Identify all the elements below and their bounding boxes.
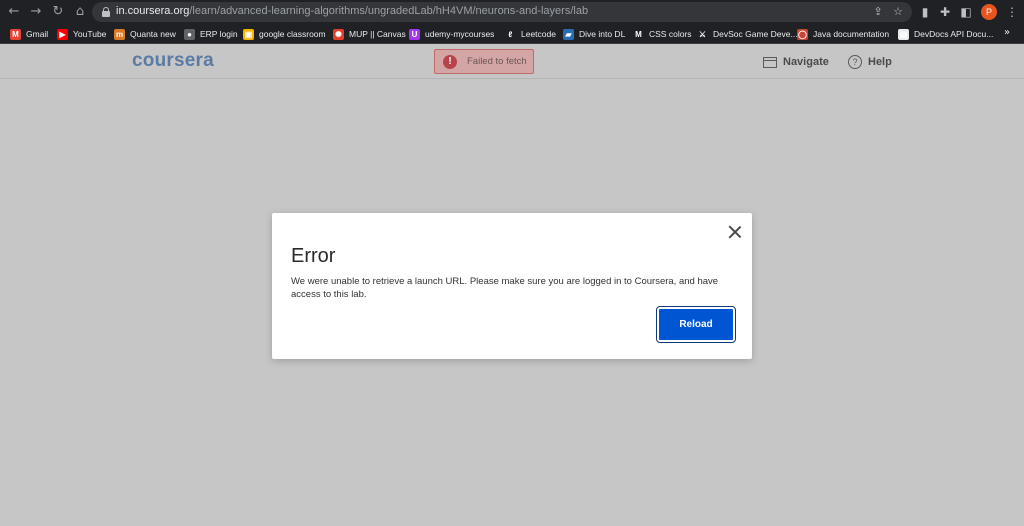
error-toast: ! Failed to fetch [434, 49, 534, 74]
oracle-icon: ◯ [797, 28, 808, 40]
close-icon[interactable] [727, 224, 743, 240]
d2l-icon: ▰ [563, 28, 574, 40]
extension-icon[interactable]: ▮ [916, 3, 934, 21]
error-dialog: Error We were unable to retrieve a launc… [272, 213, 752, 359]
bookmark-label: YouTube [73, 29, 107, 39]
alert-icon: ! [443, 55, 457, 69]
toast-message: Failed to fetch [467, 56, 527, 67]
leetcode-icon: ℓ [505, 28, 516, 40]
help-icon: ? [848, 55, 862, 69]
bookmark-label: Quanta new [130, 29, 176, 39]
bookmark-item[interactable]: ▤ DevDocs API Docu... [898, 27, 993, 41]
sidepanel-icon[interactable]: ◧ [957, 3, 975, 21]
bookmark-label: DevDocs API Docu... [914, 29, 994, 39]
bookmark-label: ERP login [200, 29, 238, 39]
dialog-title: Error [291, 245, 336, 267]
bookmark-item[interactable]: Uudemy-mycourses [409, 27, 494, 41]
bookmark-label: udemy-mycourses [425, 29, 495, 39]
youtube-icon: ▶ [57, 28, 68, 40]
bookmark-label: DevSoc Game Deve... [713, 29, 798, 39]
classroom-icon: ▣ [243, 28, 254, 40]
bookmark-label: Java documentation [813, 29, 890, 39]
browser-toolbar: ← → ↻ ⌂ in.coursera.org/learn/advanced-l… [0, 0, 1024, 24]
bookmark-item[interactable]: ● ERP login [184, 27, 238, 41]
address-bar[interactable]: in.coursera.org/learn/advanced-learning-… [92, 2, 912, 22]
share-icon[interactable]: ⇪ [870, 4, 886, 20]
lock-icon[interactable] [102, 7, 110, 17]
globe-icon: ● [184, 28, 195, 40]
coursera-header: coursera ! Failed to fetch Navigate ? He… [0, 45, 1024, 79]
navigate-label: Navigate [783, 56, 829, 68]
devdocs-icon: ▤ [898, 28, 909, 40]
window-icon [763, 56, 777, 68]
home-icon[interactable]: ⌂ [70, 2, 90, 22]
profile-avatar[interactable]: P [981, 4, 997, 20]
bookmark-item[interactable]: ✺ MUP || Canvas [333, 27, 406, 41]
menu-icon[interactable]: ⋮ [1003, 3, 1021, 21]
bookmark-item[interactable]: ◯ Java documentation [797, 27, 889, 41]
bookmark-label: Dive into DL [579, 29, 626, 39]
gmail-icon: M [10, 28, 21, 40]
puzzle-icon[interactable]: ✚ [936, 3, 954, 21]
more-bookmarks-icon[interactable]: » [1004, 27, 1010, 38]
udemy-icon: U [409, 28, 420, 40]
coursera-logo[interactable]: coursera [132, 50, 214, 72]
forward-arrow-icon[interactable]: → [26, 2, 46, 22]
bookmark-item[interactable]: M CSS colors [633, 27, 692, 41]
help-label: Help [868, 56, 892, 68]
bookmark-item[interactable]: ▣ google classroom [243, 27, 326, 41]
url-host: in.coursera.org [116, 5, 190, 17]
bookmarks-bar: M Gmail ▶ YouTube m Quanta new ● ERP login ▣ goog… [0, 24, 1024, 44]
bookmark-label: Leetcode [521, 29, 556, 39]
navigate-button[interactable]: Navigate [763, 54, 829, 70]
reload-icon[interactable]: ↻ [48, 2, 68, 22]
url-text[interactable]: in.coursera.org/learn/advanced-learning-… [116, 5, 588, 17]
bookmark-label: Gmail [26, 29, 49, 39]
bookmark-label: MUP || Canvas [349, 29, 406, 39]
dialog-message: We were unable to retrieve a launch URL.… [291, 276, 719, 300]
bookmark-item[interactable]: M Gmail [10, 27, 48, 41]
css-icon: M [633, 28, 644, 40]
url-path: /learn/advanced-learning-algorithms/ungr… [189, 5, 589, 17]
canvas-icon: ✺ [333, 28, 344, 40]
bookmark-item[interactable]: ⚔ DevSoc Game Deve... [697, 27, 798, 41]
reload-button[interactable]: Reload [656, 306, 736, 343]
help-button[interactable]: ? Help [848, 54, 892, 70]
star-icon[interactable]: ☆ [890, 4, 906, 20]
back-arrow-icon[interactable]: ← [4, 2, 24, 22]
bookmark-label: google classroom [259, 29, 326, 39]
quanta-icon: m [114, 28, 125, 40]
bookmark-item[interactable]: ▰ Dive into DL [563, 27, 625, 41]
bookmark-label: CSS colors [649, 29, 692, 39]
bookmark-item[interactable]: ℓ Leetcode [505, 27, 556, 41]
bookmark-item[interactable]: m Quanta new [114, 27, 176, 41]
bookmark-item[interactable]: ▶ YouTube [57, 27, 106, 41]
devsoc-icon: ⚔ [697, 28, 708, 40]
